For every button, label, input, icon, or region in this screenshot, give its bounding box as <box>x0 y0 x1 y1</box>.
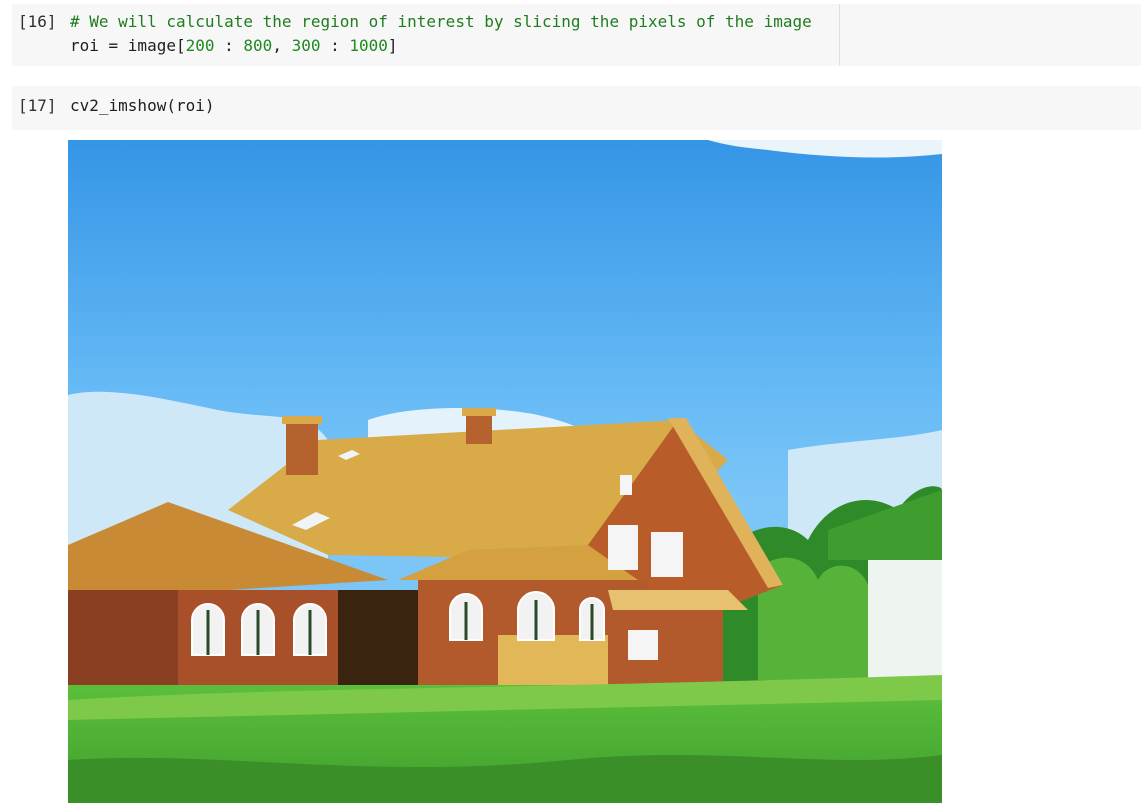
code-cell-16[interactable]: [16] # We will calculate the region of i… <box>12 4 1141 66</box>
number-token: 200 <box>185 36 215 55</box>
code-line-roi[interactable]: roi = image[200 : 800, 300 : 1000] <box>70 34 398 58</box>
number-token: 300 <box>291 36 321 55</box>
number-token: 800 <box>243 36 273 55</box>
code-token: : <box>214 36 244 55</box>
cell-divider <box>839 4 840 66</box>
house-image <box>68 140 942 803</box>
code-token: roi = image[ <box>70 36 186 55</box>
code-line-imshow[interactable]: cv2_imshow(roi) <box>70 94 215 118</box>
code-token: ] <box>387 36 398 55</box>
cell-prompt: [17] <box>18 96 57 115</box>
output-image <box>68 140 942 803</box>
cell-prompt: [16] <box>18 12 57 31</box>
code-token: : <box>320 36 350 55</box>
code-token: , <box>272 36 292 55</box>
code-cell-17[interactable]: [17] cv2_imshow(roi) <box>12 86 1141 130</box>
comment-text: # We will calculate the region of intere… <box>70 12 812 31</box>
number-token: 1000 <box>349 36 388 55</box>
code-line-comment[interactable]: # We will calculate the region of intere… <box>70 10 812 34</box>
